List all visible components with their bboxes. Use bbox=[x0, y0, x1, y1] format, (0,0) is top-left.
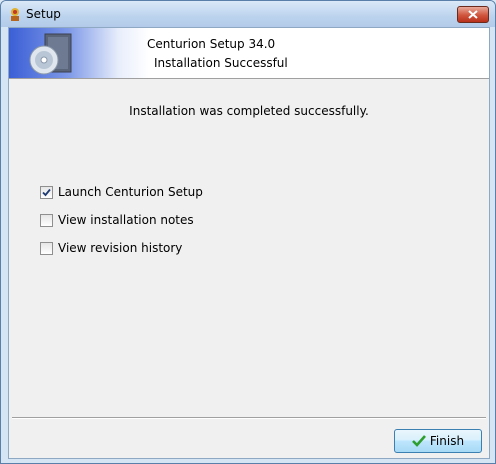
completion-message: Installation was completed successfully. bbox=[129, 104, 369, 118]
option-view-installation-notes[interactable]: View installation notes bbox=[40, 213, 194, 227]
dialog-body: Centurion Setup 34.0 Installation Succes… bbox=[8, 27, 490, 459]
setup-window: Setup Centurion Setup 34.0 Installation … bbox=[0, 0, 496, 464]
option-label: View installation notes bbox=[58, 213, 194, 227]
finish-label: Finish bbox=[429, 434, 465, 448]
header-banner: Centurion Setup 34.0 Installation Succes… bbox=[9, 28, 489, 79]
setup-app-icon bbox=[11, 8, 19, 21]
history-checkbox[interactable] bbox=[40, 241, 53, 255]
finish-button[interactable]: Finish bbox=[394, 429, 482, 453]
banner-title: Centurion Setup 34.0 bbox=[147, 37, 276, 51]
launch-checkbox[interactable] bbox=[40, 185, 53, 199]
title-bar[interactable]: Setup bbox=[1, 1, 495, 27]
checkmark-icon bbox=[42, 188, 51, 196]
green-check-icon bbox=[411, 435, 426, 447]
close-icon bbox=[468, 10, 478, 19]
option-label: View revision history bbox=[58, 241, 183, 255]
option-launch-centurion-setup[interactable]: Launch Centurion Setup bbox=[40, 185, 203, 199]
close-button[interactable] bbox=[457, 6, 489, 23]
cd-install-icon bbox=[29, 33, 72, 75]
footer-separator bbox=[12, 417, 486, 419]
window-title: Setup bbox=[26, 7, 61, 21]
option-label: Launch Centurion Setup bbox=[58, 185, 203, 199]
banner-subtitle: Installation Successful bbox=[154, 56, 288, 70]
notes-checkbox[interactable] bbox=[40, 213, 53, 227]
option-view-revision-history[interactable]: View revision history bbox=[40, 241, 182, 255]
